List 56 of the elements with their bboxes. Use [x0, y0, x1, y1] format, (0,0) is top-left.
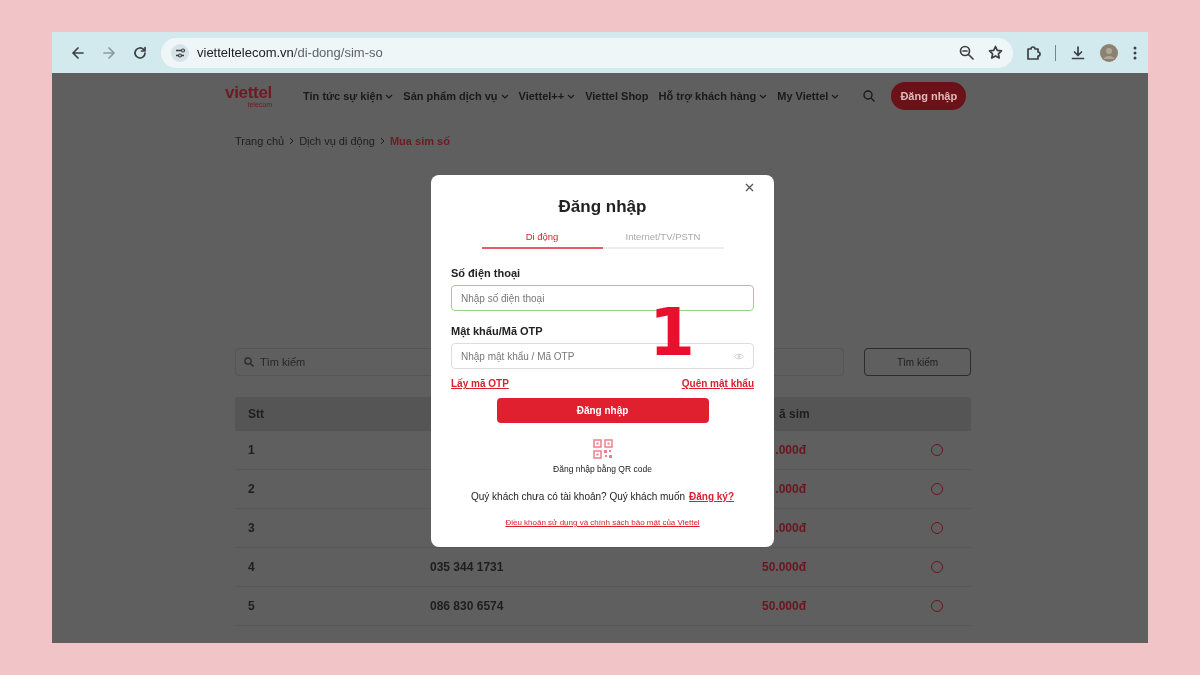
search-icon[interactable] [863, 90, 876, 102]
price: 50.000đ [760, 560, 806, 574]
modal-title: Đăng nhập [557, 197, 648, 217]
breadcrumb-link[interactable]: Trang chủ [235, 135, 285, 147]
site-settings-icon[interactable] [171, 43, 189, 62]
field-label: Mật khẩu/Mã OTP [451, 325, 544, 337]
nav-menu-item[interactable]: My Viettel [777, 90, 840, 102]
price: .000đ [774, 482, 806, 496]
register-prompt: Quý khách chưa có tài khoản? Quý khách muốn [470, 491, 685, 502]
nav-menu-item[interactable]: Viettel++ [518, 90, 576, 102]
login-tab[interactable]: Di động [481, 231, 603, 249]
table-cell-text: 2 [248, 482, 256, 496]
price: .000đ [774, 521, 806, 535]
search-icon [244, 357, 254, 367]
forgot-password-link[interactable]: Quên mật khẩu [681, 378, 754, 389]
close-button[interactable] [745, 183, 754, 193]
qr-code-icon[interactable] [592, 439, 613, 459]
close-icon [745, 183, 754, 192]
download-icon[interactable] [1070, 44, 1086, 61]
field-label: Số điện thoại [451, 267, 522, 279]
back-arrow-icon[interactable] [70, 45, 85, 60]
terms-link[interactable]: Điều khoản sử dụng và chính sách bảo mật của Viettel [505, 518, 700, 527]
chevron-right-icon [379, 137, 385, 145]
qr-login-label: Đăng nhập bằng QR code [553, 464, 652, 474]
reload-icon[interactable] [132, 45, 147, 60]
register-link[interactable]: Đăng ký? [689, 491, 735, 502]
phone-number: 086 830 6574 [430, 599, 505, 613]
nav-menu-item[interactable]: Viettel Shop [585, 90, 649, 102]
eye-icon[interactable] [734, 352, 744, 360]
price: .000đ [774, 443, 806, 457]
breadcrumb-link[interactable]: Dịch vụ di động [299, 135, 375, 147]
breadcrumb-link[interactable]: Mua sim số [389, 135, 450, 147]
login-button[interactable]: Đăng nhập [891, 82, 967, 110]
forward-arrow-icon[interactable] [101, 45, 116, 60]
avatar-icon[interactable] [1100, 43, 1118, 62]
price: 50.000đ [760, 599, 806, 613]
table-cell-text: 3 [248, 521, 256, 535]
get-otp-link[interactable]: Lấy mã OTP [451, 378, 509, 389]
menu-icon[interactable] [1132, 44, 1138, 61]
table-cell-text: 1 [248, 443, 256, 457]
phone-number: 035 344 1731 [430, 560, 505, 574]
table-cell-text: 5 [248, 599, 256, 613]
bookmark-star-icon[interactable] [988, 45, 1003, 60]
column-header: Stt [248, 407, 265, 421]
nav-menu-item[interactable]: Hỗ trợ khách hàng [658, 90, 768, 102]
table-cell-text: 4 [248, 560, 256, 574]
url-text: vietteltelecom.vn/di-dong/sim-so [197, 45, 383, 60]
nav-menu-item[interactable]: Tin tức sự kiện [303, 90, 394, 102]
nav-menu-item[interactable]: Sản phẩm dịch vụ [403, 90, 509, 102]
search-button[interactable]: Tìm kiếm [864, 348, 971, 376]
chevron-right-icon [289, 137, 295, 145]
zoom-icon[interactable] [959, 45, 974, 60]
login-tab[interactable]: Internet/TV/PSTN [602, 231, 724, 249]
extensions-puzzle-icon[interactable] [1025, 44, 1041, 61]
login-submit-button[interactable]: Đăng nhập [496, 398, 709, 423]
address-bar[interactable]: vietteltelecom.vn/di-dong/sim-so [161, 37, 1013, 68]
